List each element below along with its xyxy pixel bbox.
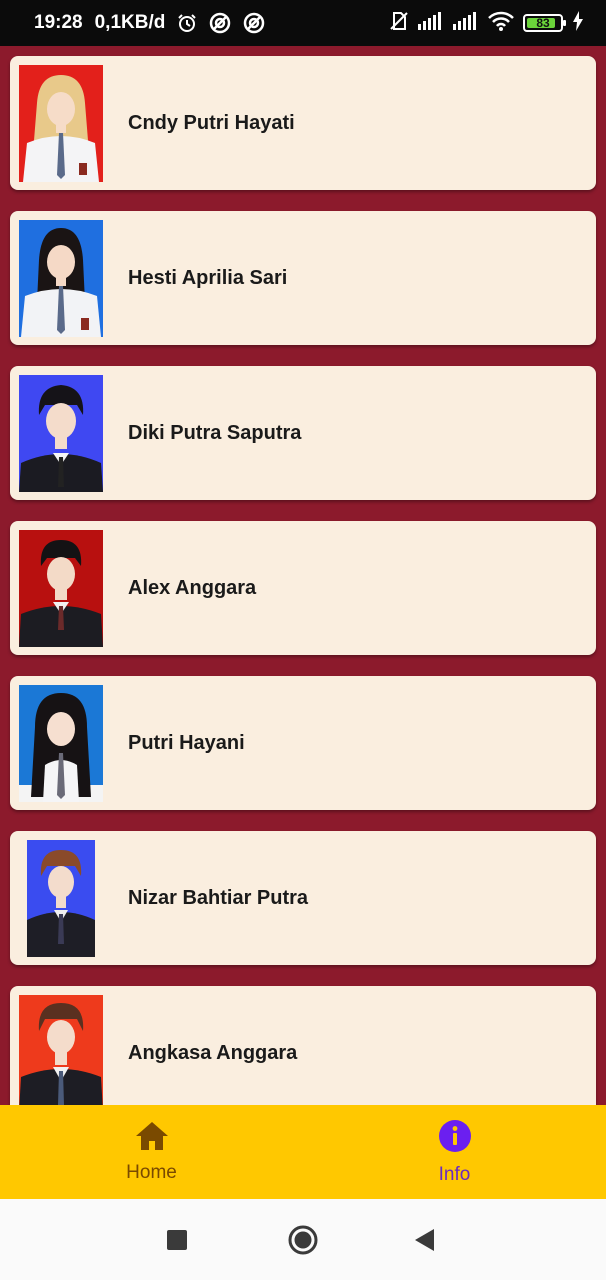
signal-icon	[453, 11, 479, 35]
bottom-navigation: Home Info	[0, 1105, 606, 1199]
student-card[interactable]: Diki Putra Saputra	[10, 366, 596, 500]
student-card[interactable]: Hesti Aprilia Sari	[10, 211, 596, 345]
student-photo	[19, 995, 103, 1105]
student-photo	[19, 685, 103, 802]
student-card[interactable]: Nizar Bahtiar Putra	[10, 831, 596, 965]
student-photo	[19, 65, 103, 182]
no-sim-icon	[389, 11, 409, 36]
student-card[interactable]: Alex Anggara	[10, 521, 596, 655]
student-name: Alex Anggara	[128, 576, 257, 599]
battery-icon: 83	[523, 14, 566, 32]
home-circle-icon[interactable]	[284, 1199, 322, 1280]
nav-home-tab[interactable]: Home	[0, 1105, 303, 1199]
back-triangle-icon[interactable]	[410, 1199, 440, 1280]
student-name: Diki Putra Saputra	[128, 421, 302, 444]
student-card[interactable]: Angkasa Anggara	[10, 986, 596, 1105]
network-speed: 0,1KB/d	[94, 12, 166, 33]
nav-info-label: Info	[438, 1163, 471, 1185]
info-icon	[438, 1119, 472, 1158]
alarm-icon	[177, 13, 197, 33]
battery-level: 83	[536, 16, 550, 30]
student-card[interactable]: Putri Hayani	[10, 676, 596, 810]
student-photo	[19, 530, 103, 647]
student-photo	[27, 840, 95, 957]
status-bar-right: 83	[389, 10, 584, 36]
student-photo	[19, 220, 103, 337]
signal-icon	[418, 11, 444, 35]
student-name: Hesti Aprilia Sari	[128, 266, 288, 289]
home-icon	[135, 1121, 169, 1156]
charging-icon	[572, 10, 584, 36]
student-list[interactable]: Cndy Putri Hayati Hesti Aprilia Sari Dik…	[0, 46, 606, 1105]
student-name: Angkasa Anggara	[128, 1041, 298, 1064]
wifi-icon	[488, 11, 514, 36]
nav-info-tab[interactable]: Info	[303, 1105, 606, 1199]
student-name: Putri Hayani	[128, 731, 245, 754]
student-photo	[19, 375, 103, 492]
status-bar-left: 19:28 0,1KB/d	[34, 12, 265, 34]
student-name: Nizar Bahtiar Putra	[128, 886, 309, 909]
status-bar: 19:28 0,1KB/d 83	[0, 0, 606, 46]
student-name: Cndy Putri Hayati	[128, 111, 295, 134]
recents-square-icon[interactable]	[160, 1199, 194, 1280]
clock: 19:28	[34, 12, 83, 33]
nav-home-label: Home	[126, 1161, 177, 1183]
student-card[interactable]: Cndy Putri Hayati	[10, 56, 596, 190]
app-notification-icon	[209, 12, 231, 34]
app-notification-icon	[243, 12, 265, 34]
